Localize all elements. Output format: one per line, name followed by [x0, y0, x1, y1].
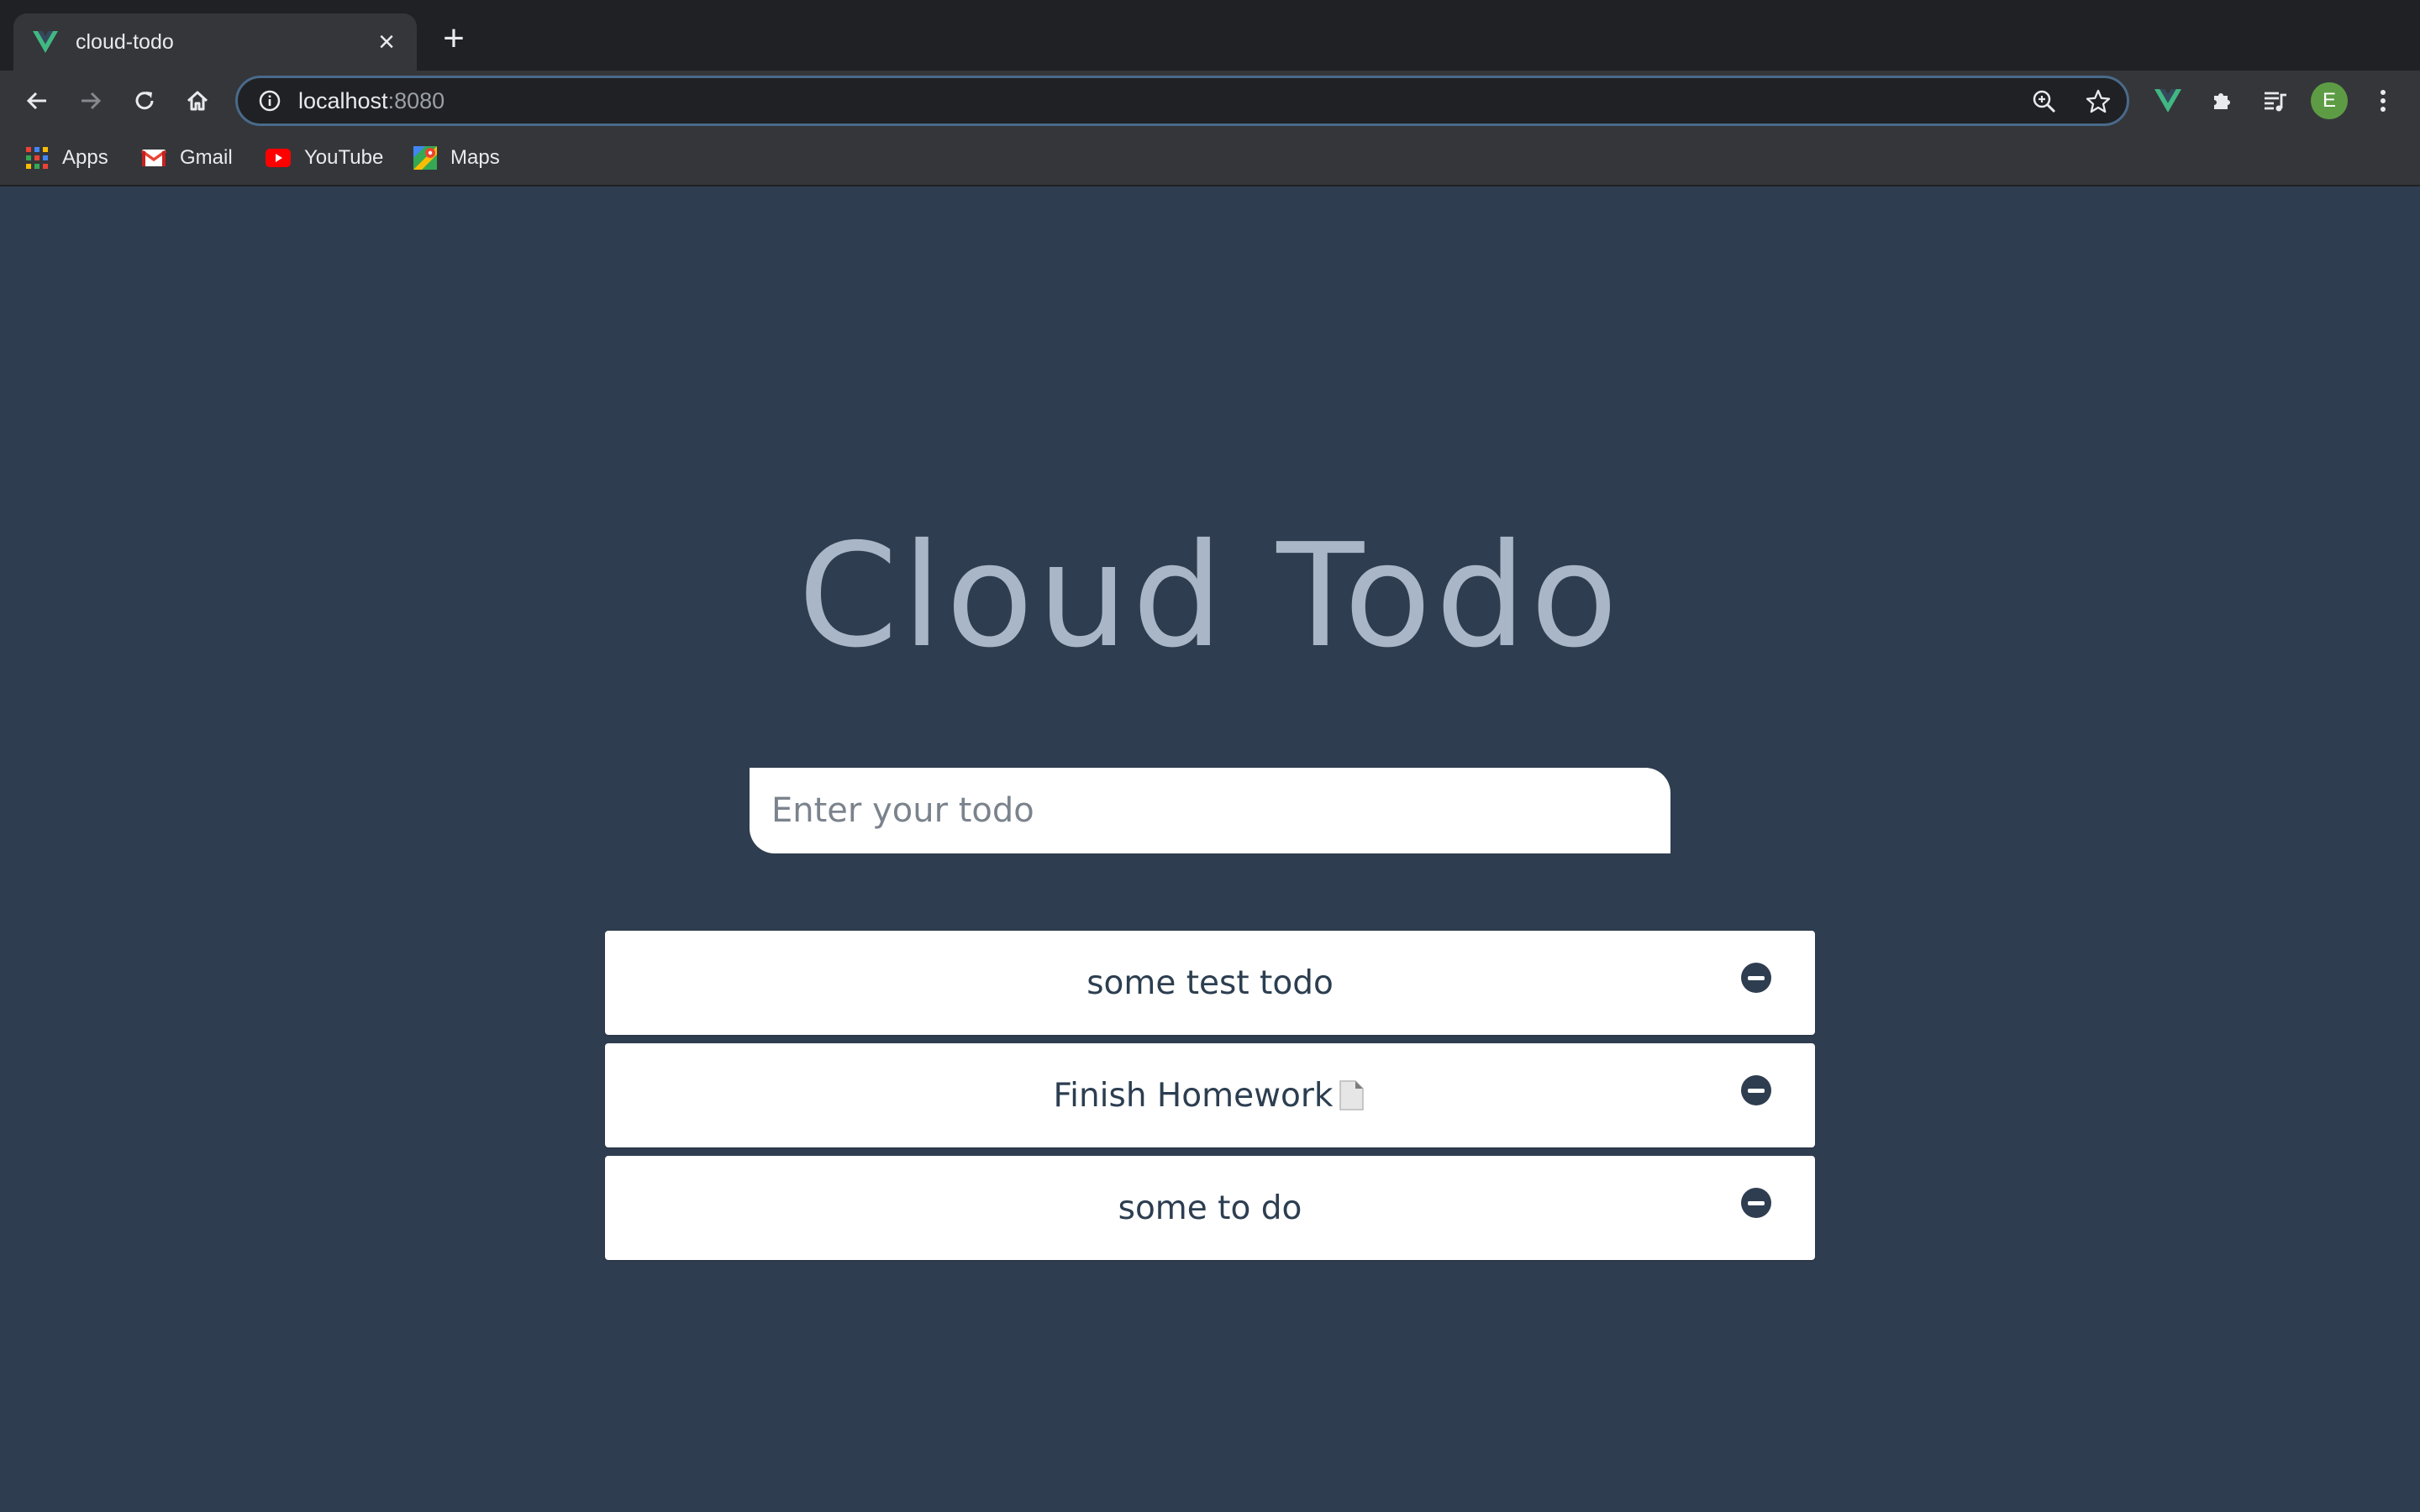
todo-text: some test todo — [1086, 963, 1334, 1002]
puzzle-icon — [2214, 93, 2230, 109]
minus-icon — [1748, 975, 1765, 980]
todo-text: Finish Homework — [1053, 1076, 1334, 1115]
bookmarks-bar: Apps Gmail YouTube Maps — [0, 131, 2420, 186]
vue-devtools-extension[interactable] — [2151, 84, 2185, 118]
apps-grid-icon — [26, 147, 48, 169]
browser-tab[interactable]: cloud-todo × — [13, 13, 417, 71]
youtube-icon — [266, 149, 291, 167]
tab-strip: cloud-todo × + — [0, 0, 2420, 71]
arrow-right-icon — [82, 92, 102, 110]
tab-title: cloud-todo — [76, 29, 174, 54]
todo-text-wrapper: Finish Homework — [1054, 1077, 1367, 1115]
zoom-icon[interactable] — [2031, 88, 2058, 119]
kebab-menu-icon — [2381, 90, 2386, 112]
playlist-music-icon — [2265, 92, 2286, 112]
forward-button[interactable] — [74, 84, 108, 118]
vue-logo-icon — [32, 29, 59, 55]
close-tab-icon[interactable]: × — [373, 28, 400, 56]
maps-icon — [413, 146, 437, 170]
bookmark-apps[interactable]: Apps — [25, 143, 108, 173]
vue-logo-icon — [2154, 89, 2181, 113]
reload-button[interactable] — [128, 84, 161, 118]
todo-item: some test todo — [605, 931, 1815, 1035]
home-button[interactable] — [181, 84, 214, 118]
bookmark-star-icon[interactable] — [2085, 88, 2112, 119]
back-button[interactable] — [20, 84, 54, 118]
bookmark-label: Gmail — [180, 146, 233, 169]
extensions-button[interactable] — [2205, 84, 2238, 118]
site-info-icon[interactable] — [256, 87, 283, 114]
remove-todo-button[interactable] — [1741, 1075, 1771, 1105]
browser-toolbar: localhost:8080 E — [0, 71, 2420, 131]
address-bar[interactable]: localhost:8080 — [235, 76, 2129, 126]
gmail-icon — [141, 150, 166, 166]
bookmark-label: Apps — [62, 146, 108, 169]
todo-text: some to do — [1118, 1189, 1302, 1227]
home-icon — [187, 91, 208, 111]
bookmark-maps[interactable]: Maps — [413, 143, 500, 173]
arrow-left-icon — [26, 92, 46, 110]
bookmark-youtube[interactable]: YouTube — [266, 143, 383, 173]
bookmark-gmail[interactable]: Gmail — [141, 143, 233, 173]
minus-icon — [1748, 1200, 1765, 1205]
url-text: localhost:8080 — [298, 88, 445, 114]
bookmark-label: Maps — [450, 146, 500, 169]
todo-item: some to do — [605, 1156, 1815, 1260]
url-port: :8080 — [387, 87, 445, 113]
remove-todo-button[interactable] — [1741, 1188, 1771, 1218]
page-title: Cloud Todo — [797, 513, 1623, 680]
media-control-button[interactable] — [2259, 84, 2292, 118]
reload-icon — [135, 92, 154, 110]
minus-icon — [1748, 1088, 1765, 1093]
new-tab-button[interactable]: + — [437, 20, 471, 57]
url-host: localhost — [298, 87, 388, 113]
remove-todo-button[interactable] — [1741, 963, 1771, 993]
browser-menu-button[interactable] — [2366, 84, 2400, 118]
todo-item: Finish Homework — [605, 1043, 1815, 1147]
bookmark-label: YouTube — [304, 146, 384, 169]
document-icon — [1334, 1079, 1366, 1111]
todo-list: some test todo Finish Homework some to d… — [605, 931, 1815, 1268]
todo-input[interactable] — [750, 768, 1670, 853]
profile-avatar[interactable]: E — [2311, 82, 2348, 119]
